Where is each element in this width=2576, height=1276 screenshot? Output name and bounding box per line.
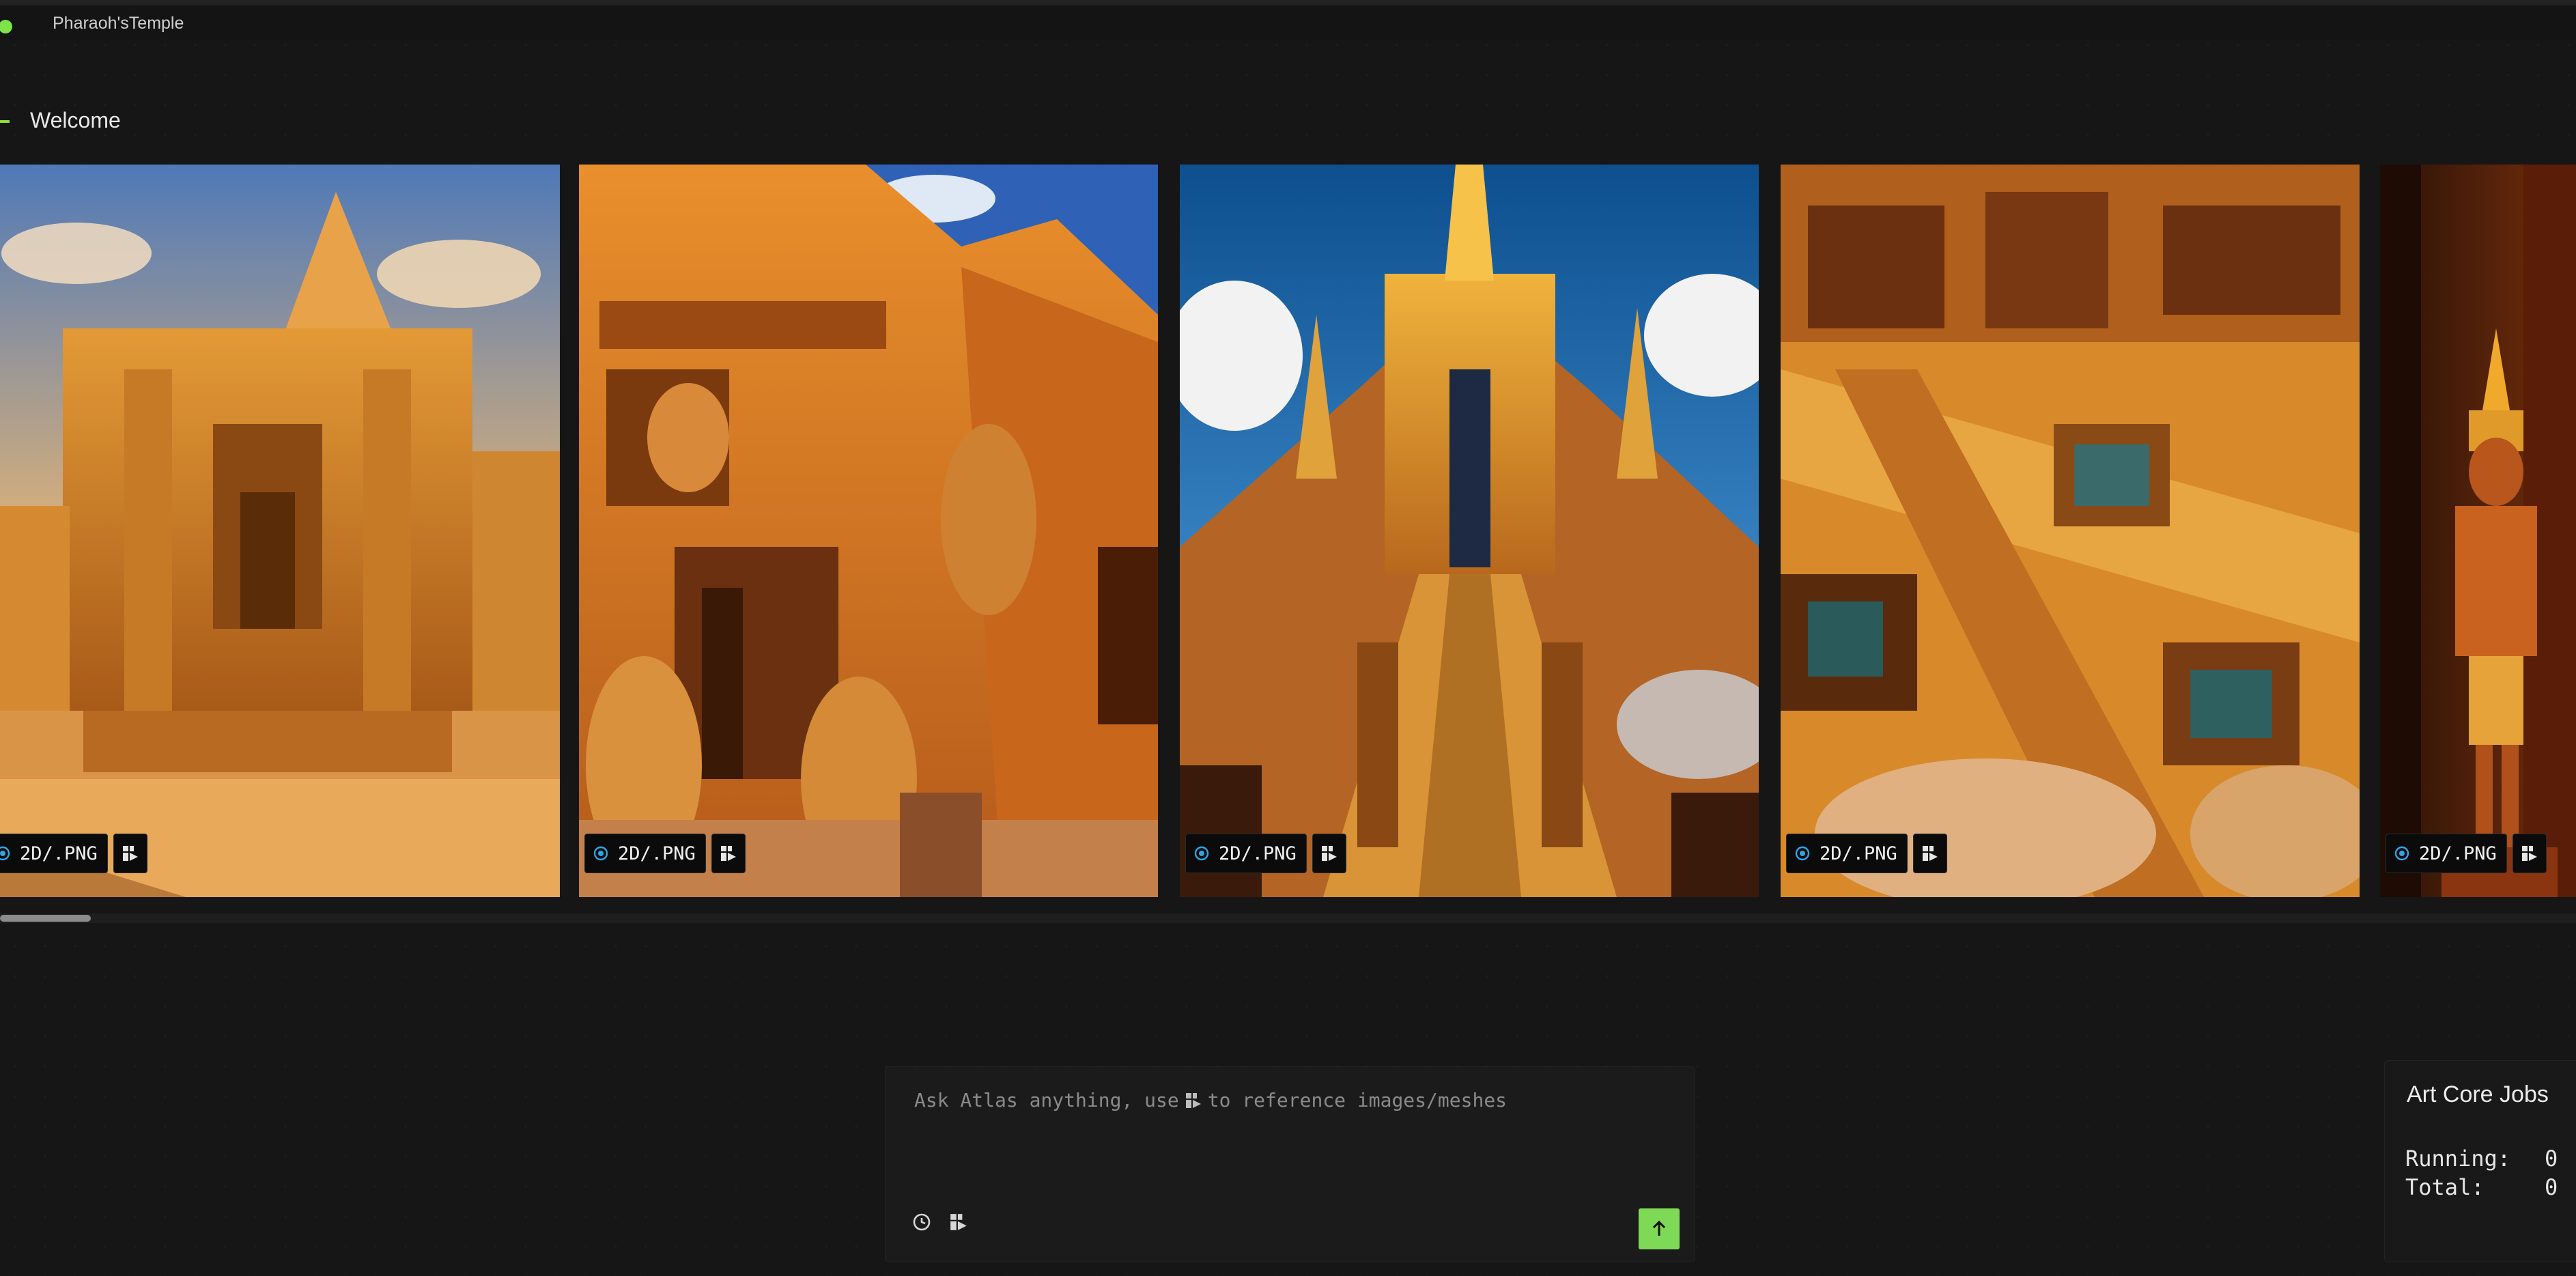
reference-icon: [950, 1214, 967, 1230]
image-type-icon: [1194, 846, 1209, 861]
image-type-chip[interactable]: 2D/.PNG: [0, 834, 108, 873]
pharaoh-statue-image: [2380, 165, 2576, 897]
welcome-heading: Welcome: [30, 108, 121, 132]
card-badge: 2D/.PNG: [1786, 834, 1947, 873]
send-button[interactable]: [1639, 1208, 1680, 1249]
image-type-icon: [593, 846, 608, 861]
chat-input[interactable]: Ask Atlas anything, use to reference ima…: [914, 1089, 1507, 1111]
image-type-label: 2D/.PNG: [20, 842, 98, 864]
reference-icon: [1922, 846, 1938, 861]
jobs-total-value: 0: [2545, 1174, 2558, 1200]
image-type-label: 2D/.PNG: [1219, 842, 1297, 864]
reference-icon: [720, 846, 736, 861]
reference-button[interactable]: [711, 834, 746, 873]
jobs-total-row: Total: 0: [2405, 1174, 2569, 1200]
card-badge: 2D/.PNG: [2386, 834, 2547, 873]
reference-icon: [1321, 846, 1337, 861]
image-type-label: 2D/.PNG: [1820, 842, 1897, 864]
image-type-icon: [0, 846, 10, 861]
chat-toolbar: [910, 1210, 970, 1234]
jobs-title: Art Core Jobs: [2407, 1081, 2549, 1107]
card-badge: 2D/.PNG: [1185, 834, 1346, 873]
gallery-card[interactable]: 2D/.PNG: [1180, 165, 1759, 897]
chat-input-panel[interactable]: Ask Atlas anything, use to reference ima…: [885, 1066, 1695, 1262]
obelisk-stairway-image: [1180, 165, 1759, 897]
status-dot-icon: [0, 20, 12, 33]
top-bar: Pharaoh'sTemple: [0, 0, 2576, 40]
chat-placeholder-suffix: to reference images/meshes: [1207, 1089, 1508, 1111]
project-title[interactable]: Pharaoh'sTemple: [53, 14, 184, 33]
attach-reference-button[interactable]: [947, 1210, 970, 1234]
reference-icon: [2521, 846, 2537, 861]
gallery-card[interactable]: 2D/.PNG: [2380, 165, 2576, 897]
send-arrow-icon: [1652, 1220, 1666, 1236]
reference-button[interactable]: [1912, 834, 1947, 873]
reference-button[interactable]: [1312, 834, 1346, 873]
gallery-card[interactable]: 2D/.PNG: [579, 165, 1158, 897]
art-core-jobs-panel: Art Core Jobs Running: 0 Total: 0: [2384, 1060, 2576, 1262]
chat-placeholder-prefix: Ask Atlas anything, use: [914, 1089, 1179, 1111]
jobs-running-label: Running:: [2405, 1146, 2511, 1172]
cliff-temple-image: [579, 165, 1158, 897]
image-type-chip[interactable]: 2D/.PNG: [1786, 834, 1908, 873]
image-type-chip[interactable]: 2D/.PNG: [2386, 834, 2507, 873]
image-type-icon: [2394, 846, 2409, 861]
gallery-scrollbar-thumb[interactable]: [0, 915, 91, 922]
history-icon: [913, 1213, 931, 1231]
reference-button[interactable]: [113, 834, 147, 873]
jobs-running-row: Running: 0: [2405, 1146, 2569, 1172]
reference-icon: [122, 846, 138, 861]
image-type-label: 2D/.PNG: [2419, 842, 2497, 864]
gallery-scrollbar-track[interactable]: [0, 913, 2576, 923]
jobs-total-label: Total:: [2405, 1174, 2485, 1200]
history-button[interactable]: [910, 1210, 933, 1234]
temple-facade-image: [0, 165, 560, 897]
reference-button[interactable]: [2512, 834, 2547, 873]
card-badge: 2D/.PNG: [0, 834, 147, 873]
jobs-running-value: 0: [2545, 1146, 2558, 1172]
gallery-card[interactable]: 2D/.PNG: [1781, 165, 2360, 897]
reference-icon: [1185, 1092, 1201, 1108]
image-type-chip[interactable]: 2D/.PNG: [584, 834, 706, 873]
card-badge: 2D/.PNG: [584, 834, 746, 873]
image-type-icon: [1795, 846, 1810, 861]
welcome-marker: [0, 120, 10, 123]
gallery-card[interactable]: 2D/.PNG: [0, 165, 560, 897]
temple-overhead-image: [1781, 165, 2360, 897]
image-type-chip[interactable]: 2D/.PNG: [1185, 834, 1307, 873]
image-gallery: 2D/.PNG 2D/.PNG 2D/.PNG 2D/.PNG 2D/.PNG: [0, 165, 2576, 897]
image-type-label: 2D/.PNG: [618, 842, 696, 864]
